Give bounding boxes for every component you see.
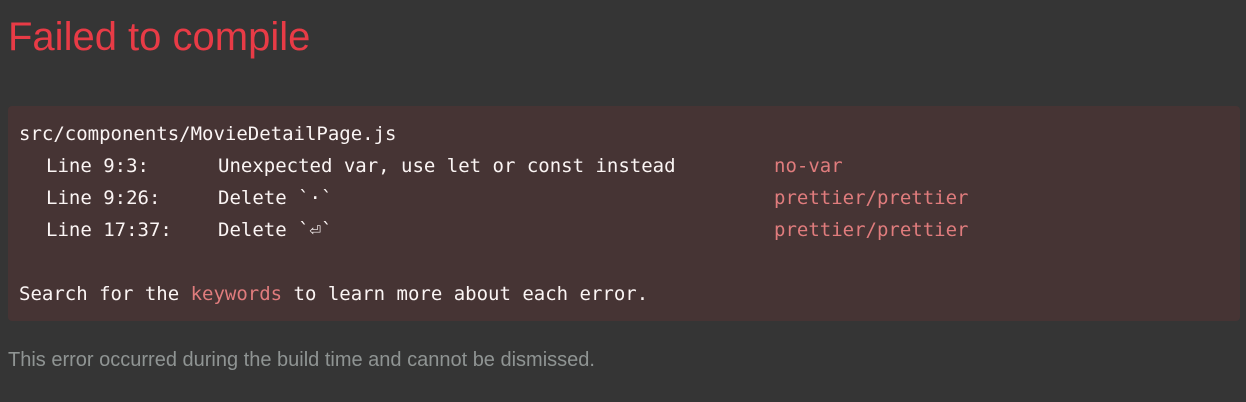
- error-message: Delete `⏎`: [218, 219, 333, 241]
- page-title: Failed to compile: [8, 15, 311, 59]
- error-rule: prettier/prettier: [774, 219, 969, 241]
- error-location: Line 9:26:: [46, 187, 161, 209]
- error-rule: prettier/prettier: [774, 187, 969, 209]
- error-location: Line 17:37:: [46, 219, 172, 241]
- error-message: Unexpected var, use let or const instead: [218, 155, 676, 177]
- error-line: Line 17:37: Delete `⏎` prettier/prettier: [19, 214, 1229, 246]
- error-line: Line 9:3: Unexpected var, use let or cons…: [19, 150, 1229, 182]
- hint-text-after: to learn more about each error.: [282, 283, 649, 305]
- error-box: src/components/MovieDetailPage.js Line 9:…: [8, 106, 1240, 321]
- error-overlay: Failed to compile src/components/MovieDe…: [0, 0, 1246, 402]
- error-rule: no-var: [774, 155, 843, 177]
- footer-note: This error occurred during the build tim…: [8, 349, 595, 371]
- error-location: Line 9:3:: [46, 155, 149, 177]
- error-hint: Search for the keywords to learn more ab…: [19, 278, 1229, 310]
- hint-text-before: Search for the: [19, 283, 191, 305]
- hint-keyword: keywords: [190, 283, 283, 305]
- error-file-path: src/components/MovieDetailPage.js: [19, 123, 397, 145]
- error-message: Delete `·`: [218, 187, 333, 209]
- error-line: Line 9:26: Delete `·` prettier/prettier: [19, 182, 1229, 214]
